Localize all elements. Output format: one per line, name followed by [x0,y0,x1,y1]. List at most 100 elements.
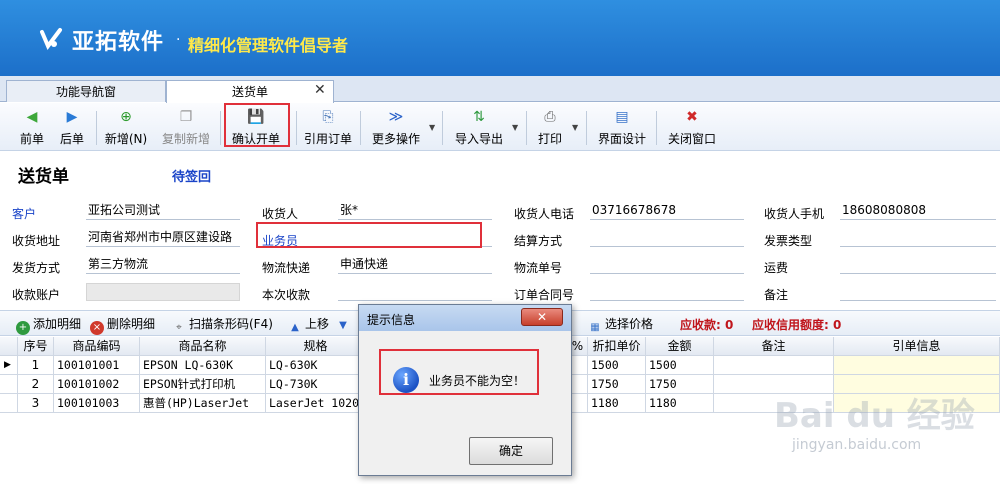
tab-bar: 功能导航窗 送货单 [0,76,1000,103]
main-toolbar: ◀ 前单 ▶ 后单 ⊕ 新增(N) ❐ 复制新增 💾 确认开单 ⎘ 引用订单 ≫… [0,103,1000,151]
receiver-mobile-label: 收货人手机 [764,207,825,221]
table-row-amount[interactable]: 1180 [646,394,714,413]
brand-dot: · [176,32,181,48]
table-row-seq[interactable]: 2 [18,375,54,394]
dialog-close-button[interactable]: ✕ [521,308,563,326]
grid-header-unit-price[interactable]: 折扣单价 [588,337,646,356]
toolbar-separator [360,111,361,145]
table-row-seq[interactable]: 1 [18,356,54,375]
customer-field[interactable]: 亚拓公司测试 [86,202,240,220]
print-button[interactable]: ⎙ 打印 [534,109,566,147]
grid-header-name[interactable]: 商品名称 [140,337,266,356]
brand-name: 亚拓软件 [72,30,165,55]
select-price-button[interactable]: ▦ 选择价格 [588,315,653,335]
add-detail-button[interactable]: + 添加明细 [16,315,81,335]
document-arrow-icon: ⎘ [322,109,334,125]
arrow-down-icon: ▼ [339,320,347,331]
grid-header-remark[interactable]: 备注 [714,337,834,356]
arrow-left-icon: ◀ [26,109,38,125]
table-row-remark[interactable] [714,356,834,375]
next-button[interactable]: ▶ 后单 [54,109,90,147]
move-up-button[interactable]: ▲ 上移 [288,315,329,335]
prev-button[interactable]: ◀ 前单 [14,109,50,147]
table-row-price[interactable]: 1500 [588,356,646,375]
copy-add-button[interactable]: ❐ 复制新增 [158,109,214,147]
close-red-icon: ✖ [686,109,698,125]
ship-method-field[interactable]: 第三方物流 [86,256,240,274]
dialog-message: 业务员不能为空！ [429,374,526,388]
ship-method-label: 发货方式 [12,261,61,275]
customer-label[interactable]: 客户 [12,205,36,222]
grid-header-code[interactable]: 商品编码 [54,337,140,356]
table-row-name[interactable]: EPSON LQ-630K [140,356,266,375]
freight-label: 运费 [764,261,789,275]
import-export-dropdown-icon[interactable]: ▼ [512,123,518,132]
grid-header-indicator [0,337,18,356]
invoice-type-field[interactable] [840,229,996,247]
receipt-field[interactable] [338,283,492,301]
reference-order-button[interactable]: ⎘ 引用订单 [302,109,354,147]
logistics-field[interactable]: 申通快递 [338,256,492,274]
delete-detail-button[interactable]: × 删除明细 [90,315,155,335]
contract-field[interactable] [590,283,744,301]
table-row-code[interactable]: 100101002 [54,375,140,394]
more-actions-dropdown-icon[interactable]: ▼ [429,123,435,132]
logistics-no-field[interactable] [590,256,744,274]
tab-function-nav[interactable]: 功能导航窗 [6,80,166,102]
arrow-right-icon: ▶ [66,109,78,125]
receivable-amount: 应收款: 0 [680,318,734,332]
receiver-field[interactable]: 张* [338,202,492,220]
close-window-button[interactable]: ✖ 关闭窗口 [664,109,720,147]
add-button[interactable]: ⊕ 新增(N) [102,109,150,147]
table-row-seq[interactable]: 3 [18,394,54,413]
dialog-title-bar[interactable]: 提示信息 ✕ [359,305,571,331]
table-row-spec[interactable]: LQ-630K [266,356,366,375]
print-dropdown-icon[interactable]: ▼ [572,123,578,132]
remark-field[interactable] [840,283,996,301]
ok-button[interactable]: 确定 [469,437,553,465]
receipt-label: 本次收款 [262,288,311,302]
status-badge: 待签回 [172,170,212,185]
scanner-icon: ⌖ [176,322,182,333]
highlight-confirm-button [224,103,290,147]
grid-header-seq[interactable]: 序号 [18,337,54,356]
layout-icon: ▤ [615,109,629,125]
table-row-price[interactable]: 1180 [588,394,646,413]
settlement-field[interactable] [590,229,744,247]
receiver-phone-field[interactable]: 03716678678 [590,202,744,220]
receiver-mobile-field[interactable]: 18608080808 [840,202,996,220]
import-export-button[interactable]: ⇅ 导入导出 [450,109,508,147]
double-chevron-down-icon: ≫ [388,109,404,125]
import-export-icon: ⇅ [473,109,485,125]
table-row-amount[interactable]: 1750 [646,375,714,394]
info-icon: i [393,367,419,393]
account-label: 收款账户 [12,288,61,302]
ui-design-button[interactable]: ▤ 界面设计 [594,109,650,147]
grid-header-ref-info[interactable]: 引单信息 [834,337,1000,356]
more-actions-button[interactable]: ≫ 更多操作 [368,109,424,147]
scan-barcode-button[interactable]: ⌖ 扫描条形码(F4) [172,315,273,335]
table-row-amount[interactable]: 1500 [646,356,714,375]
freight-field[interactable] [840,256,996,274]
table-row-price[interactable]: 1750 [588,375,646,394]
delete-circle-icon: × [90,321,104,335]
table-row-code[interactable]: 100101001 [54,356,140,375]
table-row-name[interactable]: 惠普(HP)LaserJet [140,394,266,413]
table-row-code[interactable]: 100101003 [54,394,140,413]
tab-delivery-order[interactable]: 送货单 [166,80,334,103]
plus-circle-icon: ⊕ [120,109,132,125]
tab-close-icon[interactable]: ✕ [314,82,326,98]
table-row-name[interactable]: EPSON针式打印机 [140,375,266,394]
address-field[interactable]: 河南省郑州市中原区建设路 [86,229,240,247]
toolbar-separator [296,111,297,145]
remark-label: 备注 [764,288,789,302]
table-row-spec[interactable]: LQ-730K [266,375,366,394]
brand-slogan: 精细化管理软件倡导者 [188,36,349,55]
table-row-ref-info[interactable] [834,356,1000,375]
table-row-spec[interactable]: LaserJet 1020 [266,394,366,413]
move-down-icon[interactable]: ▼ [336,315,353,333]
page-title: 送货单 [18,167,69,187]
account-field[interactable] [86,283,240,301]
grid-header-spec[interactable]: 规格 [266,337,366,356]
grid-header-amount[interactable]: 金额 [646,337,714,356]
